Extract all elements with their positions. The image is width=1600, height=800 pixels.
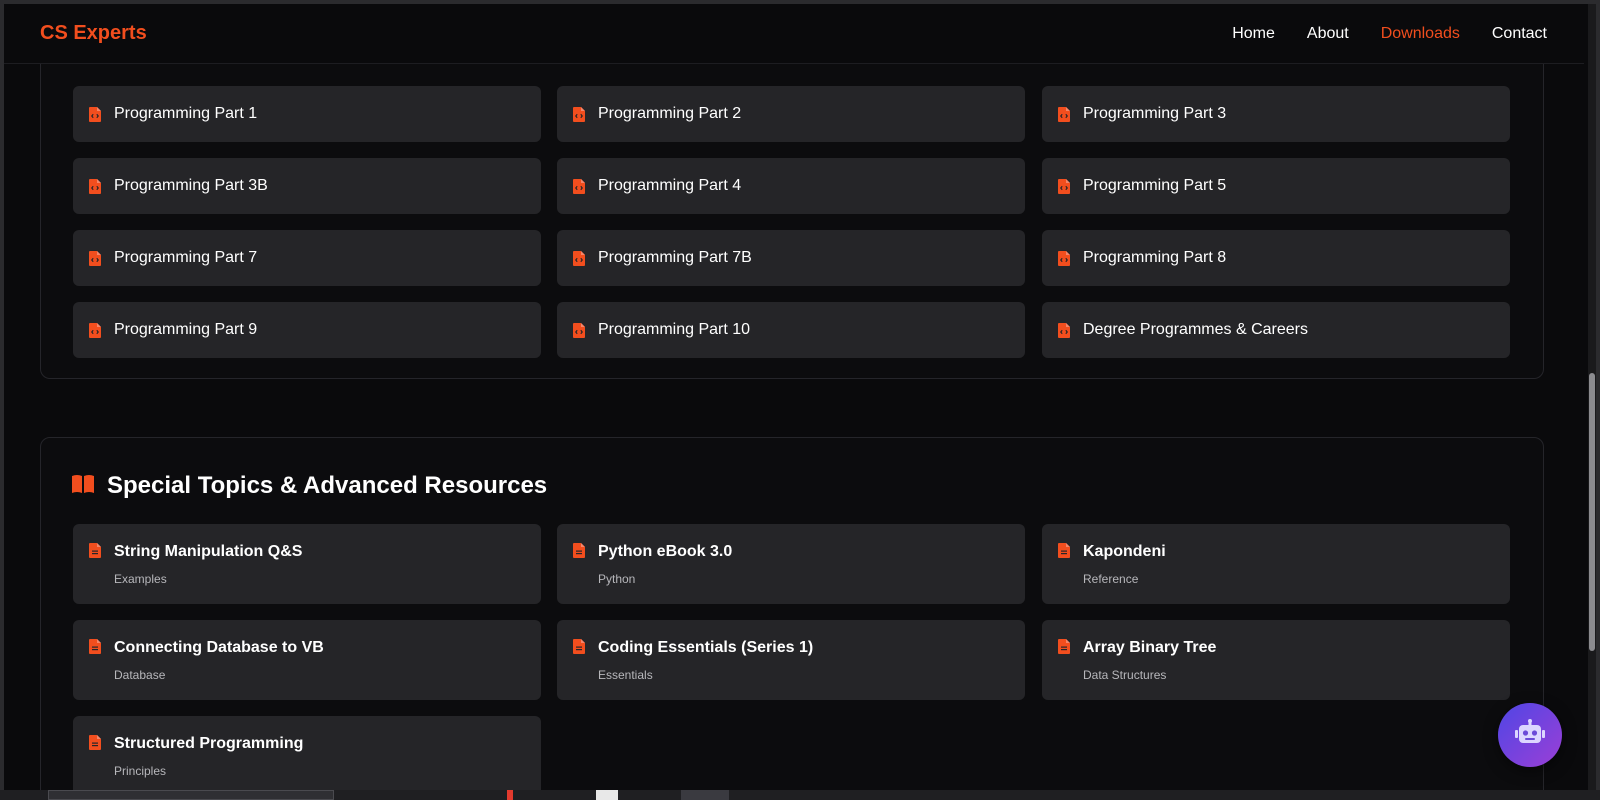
file-code-icon: [573, 106, 585, 122]
file-icon: [1058, 543, 1070, 558]
resource-title: Python eBook 3.0: [598, 543, 733, 560]
programming-card[interactable]: Programming Part 1: [73, 86, 541, 142]
card-label: Programming Part 1: [114, 105, 258, 122]
nav-link-about[interactable]: About: [1307, 25, 1349, 43]
brand-logo[interactable]: CS Experts: [40, 22, 147, 45]
resource-title: Kapondeni: [1083, 543, 1166, 560]
file-icon: [89, 735, 101, 750]
scrollbar-thumb[interactable]: [1589, 373, 1595, 651]
resource-title: String Manipulation Q&S: [114, 543, 303, 560]
programming-card[interactable]: Programming Part 9: [73, 302, 541, 358]
resource-card[interactable]: Array Binary Tree Data Structures: [1042, 620, 1510, 700]
special-topics-section: Special Topics & Advanced Resources Stri…: [40, 437, 1544, 790]
card-label: Programming Part 3: [1083, 105, 1227, 122]
resource-card[interactable]: Python eBook 3.0 Python: [557, 524, 1025, 604]
programming-card[interactable]: Programming Part 10: [557, 302, 1025, 358]
resource-card[interactable]: Structured Programming Principles: [73, 716, 541, 790]
taskbar-app-icon[interactable]: [596, 790, 618, 800]
nav-links: Home About Downloads Contact: [1232, 25, 1547, 43]
programming-card[interactable]: Programming Part 3: [1042, 86, 1510, 142]
file-code-icon: [1058, 250, 1070, 266]
resource-category: Python: [598, 572, 636, 586]
nav-link-contact[interactable]: Contact: [1492, 25, 1547, 43]
file-code-icon: [1058, 322, 1070, 338]
resource-card[interactable]: Connecting Database to VB Database: [73, 620, 541, 700]
resource-category: Principles: [114, 764, 167, 778]
nav-link-home[interactable]: Home: [1232, 25, 1275, 43]
card-label: Programming Part 2: [598, 105, 742, 122]
programming-card[interactable]: Programming Part 4: [557, 158, 1025, 214]
programming-card[interactable]: Programming Part 7: [73, 230, 541, 286]
resource-card[interactable]: String Manipulation Q&S Examples: [73, 524, 541, 604]
file-code-icon: [573, 322, 585, 338]
card-label: Programming Part 5: [1083, 177, 1227, 194]
programming-card[interactable]: Programming Part 5: [1042, 158, 1510, 214]
file-icon: [89, 543, 101, 558]
file-code-icon: [573, 250, 585, 266]
chatbot-button[interactable]: [1498, 703, 1562, 767]
file-icon: [573, 639, 585, 654]
resource-title: Coding Essentials (Series 1): [598, 639, 814, 656]
taskbar-search[interactable]: [48, 790, 334, 800]
navbar: CS Experts Home About Downloads Contact: [4, 4, 1584, 64]
taskbar-app-icon[interactable]: [507, 790, 513, 800]
card-label: Degree Programmes & Careers: [1083, 321, 1308, 338]
card-label: Programming Part 10: [598, 321, 751, 338]
programming-card[interactable]: Programming Part 2: [557, 86, 1025, 142]
file-code-icon: [89, 178, 101, 194]
file-icon: [89, 639, 101, 654]
programming-card[interactable]: Programming Part 3B: [73, 158, 541, 214]
file-icon: [1058, 639, 1070, 654]
file-code-icon: [89, 106, 101, 122]
robot-icon: [1515, 718, 1545, 752]
file-code-icon: [1058, 106, 1070, 122]
page-viewport: Programming Part 1 Programming Part 2 Pr…: [4, 4, 1596, 790]
section-heading: Special Topics & Advanced Resources: [71, 472, 547, 500]
card-label: Programming Part 3B: [114, 177, 268, 194]
card-label: Programming Part 7: [114, 249, 258, 266]
file-code-icon: [89, 250, 101, 266]
taskbar-app-icon[interactable]: [681, 790, 729, 800]
programming-card[interactable]: Programming Part 7B: [557, 230, 1025, 286]
resource-category: Reference: [1083, 572, 1139, 586]
file-icon: [573, 543, 585, 558]
book-open-icon: [71, 474, 95, 499]
nav-link-downloads[interactable]: Downloads: [1381, 25, 1460, 43]
resource-category: Essentials: [598, 668, 653, 682]
section-title: Special Topics & Advanced Resources: [107, 472, 548, 499]
programming-card[interactable]: Programming Part 8: [1042, 230, 1510, 286]
file-code-icon: [89, 322, 101, 338]
file-code-icon: [1058, 178, 1070, 194]
resource-category: Data Structures: [1083, 668, 1167, 682]
resource-card[interactable]: Kapondeni Reference: [1042, 524, 1510, 604]
programming-card[interactable]: Degree Programmes & Careers: [1042, 302, 1510, 358]
resource-card[interactable]: Coding Essentials (Series 1) Essentials: [557, 620, 1025, 700]
taskbar: [0, 790, 1600, 800]
card-label: Programming Part 8: [1083, 249, 1227, 266]
resource-category: Examples: [114, 572, 167, 586]
resource-title: Structured Programming: [114, 735, 304, 752]
resource-title: Connecting Database to VB: [114, 639, 324, 656]
resource-category: Database: [114, 668, 166, 682]
file-code-icon: [573, 178, 585, 194]
card-label: Programming Part 4: [598, 177, 742, 194]
resource-title: Array Binary Tree: [1083, 639, 1217, 656]
card-label: Programming Part 9: [114, 321, 258, 338]
card-label: Programming Part 7B: [598, 249, 752, 266]
